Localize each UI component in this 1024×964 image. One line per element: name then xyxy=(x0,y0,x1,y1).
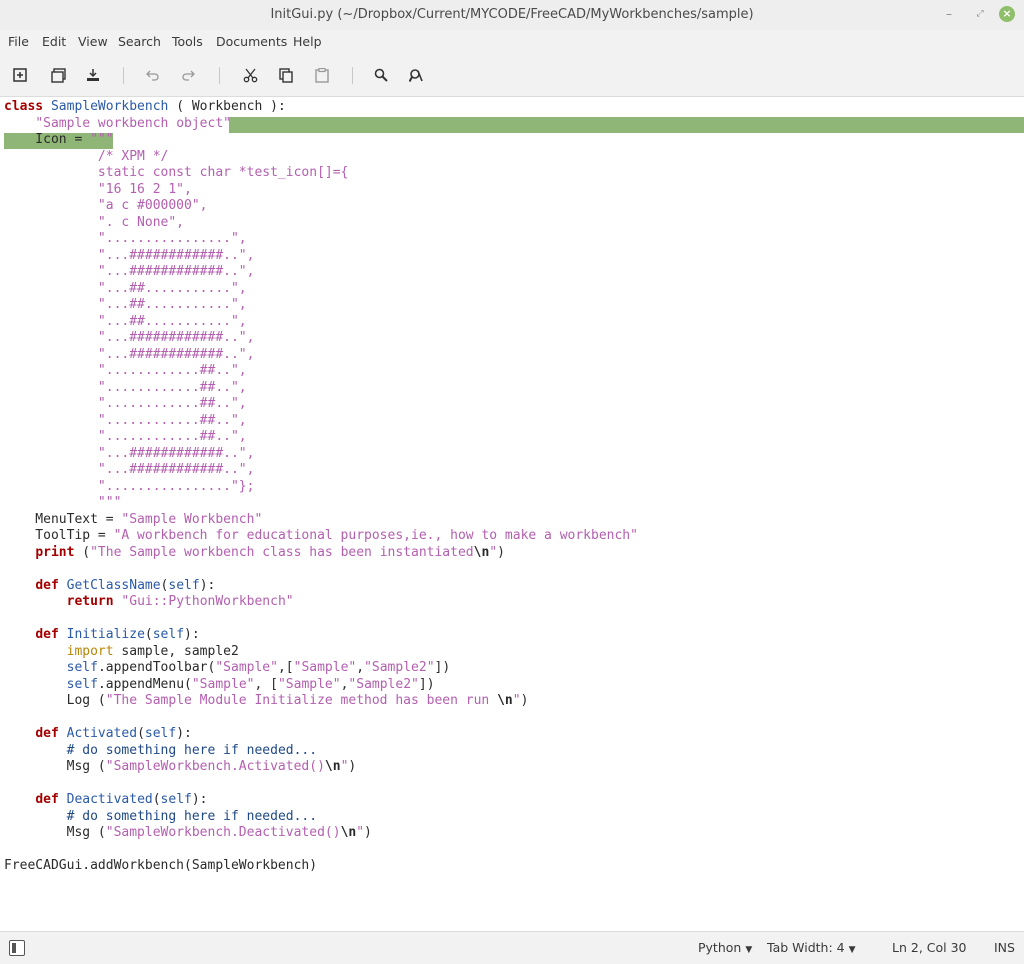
menu-file[interactable]: File xyxy=(8,34,29,49)
search-icon[interactable] xyxy=(370,64,392,86)
code-line: "...##...........", xyxy=(4,280,247,296)
code-line: Msg ("SampleWorkbench.Activated()\n") xyxy=(4,759,357,774)
code-line: FreeCADGui.addWorkbench(SampleWorkbench) xyxy=(4,858,318,873)
code-line: "...############..", xyxy=(4,247,255,263)
code-line: self.appendToolbar("Sample",["Sample","S… xyxy=(66,660,451,675)
code-line: "Sample workbench object" xyxy=(35,115,231,131)
code-line: ToolTip = "A workbench for educational p… xyxy=(4,528,638,543)
language-selector[interactable]: Python ▼ xyxy=(698,940,752,955)
chevron-down-icon: ▼ xyxy=(848,945,856,955)
code-line: def Initialize(self): xyxy=(35,627,200,642)
code-line: "...############..", xyxy=(4,462,255,477)
window-title: InitGui.py (~/Dropbox/Current/MYCODE/Fre… xyxy=(270,7,754,22)
code-line: "...############..", xyxy=(4,264,255,279)
menu-edit[interactable]: Edit xyxy=(42,34,66,49)
code-line: "...############..", xyxy=(4,346,255,362)
code-line: "...##...........", xyxy=(4,313,247,329)
code-line: /* XPM */ xyxy=(4,148,169,164)
menu-help[interactable]: Help xyxy=(293,34,322,49)
code-line: "...############..", xyxy=(4,445,255,461)
insert-mode: INS xyxy=(994,940,1015,955)
code-line: "................"}; xyxy=(4,478,255,494)
status-bar: Python ▼ Tab Width: 4 ▼ Ln 2, Col 30 INS xyxy=(0,931,1024,964)
toolbar-separator xyxy=(352,67,353,84)
code-line: "............##..", xyxy=(4,412,247,428)
menu-search[interactable]: Search xyxy=(118,34,161,49)
code-line: ". c None", xyxy=(4,214,185,230)
code-line: MenuText = "Sample Workbench" xyxy=(4,511,263,527)
maximize-icon[interactable]: ⤢ xyxy=(972,6,988,22)
toolbar xyxy=(0,54,1024,97)
code-line: self.appendMenu("Sample", ["Sample","Sam… xyxy=(66,676,435,692)
code-line: Icon = """ xyxy=(4,132,114,147)
language-label: Python xyxy=(698,940,742,955)
undo-icon[interactable] xyxy=(142,64,164,86)
tab-width-label: Tab Width: 4 xyxy=(767,940,845,955)
code-line: return "Gui::PythonWorkbench" xyxy=(66,594,294,609)
cursor-position: Ln 2, Col 30 xyxy=(892,940,967,955)
code-line: def Activated(self): xyxy=(35,726,192,741)
side-panel-toggle-icon[interactable] xyxy=(9,940,25,956)
replace-icon[interactable] xyxy=(405,64,427,86)
menu-bar: File Edit View Search Tools Documents He… xyxy=(0,30,1024,54)
code-line: "a c #000000", xyxy=(4,198,208,213)
cut-icon[interactable] xyxy=(239,64,261,86)
code-line: def GetClassName(self): xyxy=(35,577,216,593)
code-line: "............##..", xyxy=(4,363,247,378)
code-line: def Deactivated(self): xyxy=(35,792,208,807)
redo-icon[interactable] xyxy=(177,64,199,86)
code-line: import sample, sample2 xyxy=(66,643,239,659)
code-line: Log ("The Sample Module Initialize metho… xyxy=(4,693,529,708)
code-editor[interactable]: class SampleWorkbench ( Workbench ): "Sa… xyxy=(0,97,1024,931)
new-document-icon[interactable] xyxy=(9,64,31,86)
code-line: print ("The Sample workbench class has b… xyxy=(35,544,505,560)
title-bar: InitGui.py (~/Dropbox/Current/MYCODE/Fre… xyxy=(0,0,1024,31)
code-line: static const char *test_icon[]={ xyxy=(4,165,349,180)
code-line: "...############..", xyxy=(4,330,255,345)
code-line: class SampleWorkbench ( Workbench ): xyxy=(4,99,286,114)
code-line: Msg ("SampleWorkbench.Deactivated()\n") xyxy=(4,825,372,840)
copy-icon[interactable] xyxy=(275,64,297,86)
line-highlight xyxy=(229,117,1024,133)
menu-view[interactable]: View xyxy=(78,34,108,49)
chevron-down-icon: ▼ xyxy=(745,945,753,955)
code-line: """ xyxy=(4,495,122,510)
code-line: # do something here if needed... xyxy=(66,742,318,758)
menu-tools[interactable]: Tools xyxy=(172,34,203,49)
code-line: "............##..", xyxy=(4,396,247,411)
code-line: "............##..", xyxy=(4,379,247,395)
toolbar-separator xyxy=(123,67,124,84)
code-line: "................", xyxy=(4,231,247,246)
code-line: "...##...........", xyxy=(4,297,247,312)
code-line: "16 16 2 1", xyxy=(4,181,192,197)
menu-documents[interactable]: Documents xyxy=(216,34,287,49)
tab-width-selector[interactable]: Tab Width: 4 ▼ xyxy=(767,940,856,955)
close-icon[interactable]: × xyxy=(999,6,1015,22)
toolbar-separator xyxy=(219,67,220,84)
code-line: # do something here if needed... xyxy=(66,808,318,824)
open-document-icon[interactable] xyxy=(47,64,69,86)
save-icon[interactable] xyxy=(82,64,104,86)
minimize-icon[interactable]: – xyxy=(941,6,957,22)
paste-icon[interactable] xyxy=(311,64,333,86)
code-line: "............##..", xyxy=(4,429,247,444)
